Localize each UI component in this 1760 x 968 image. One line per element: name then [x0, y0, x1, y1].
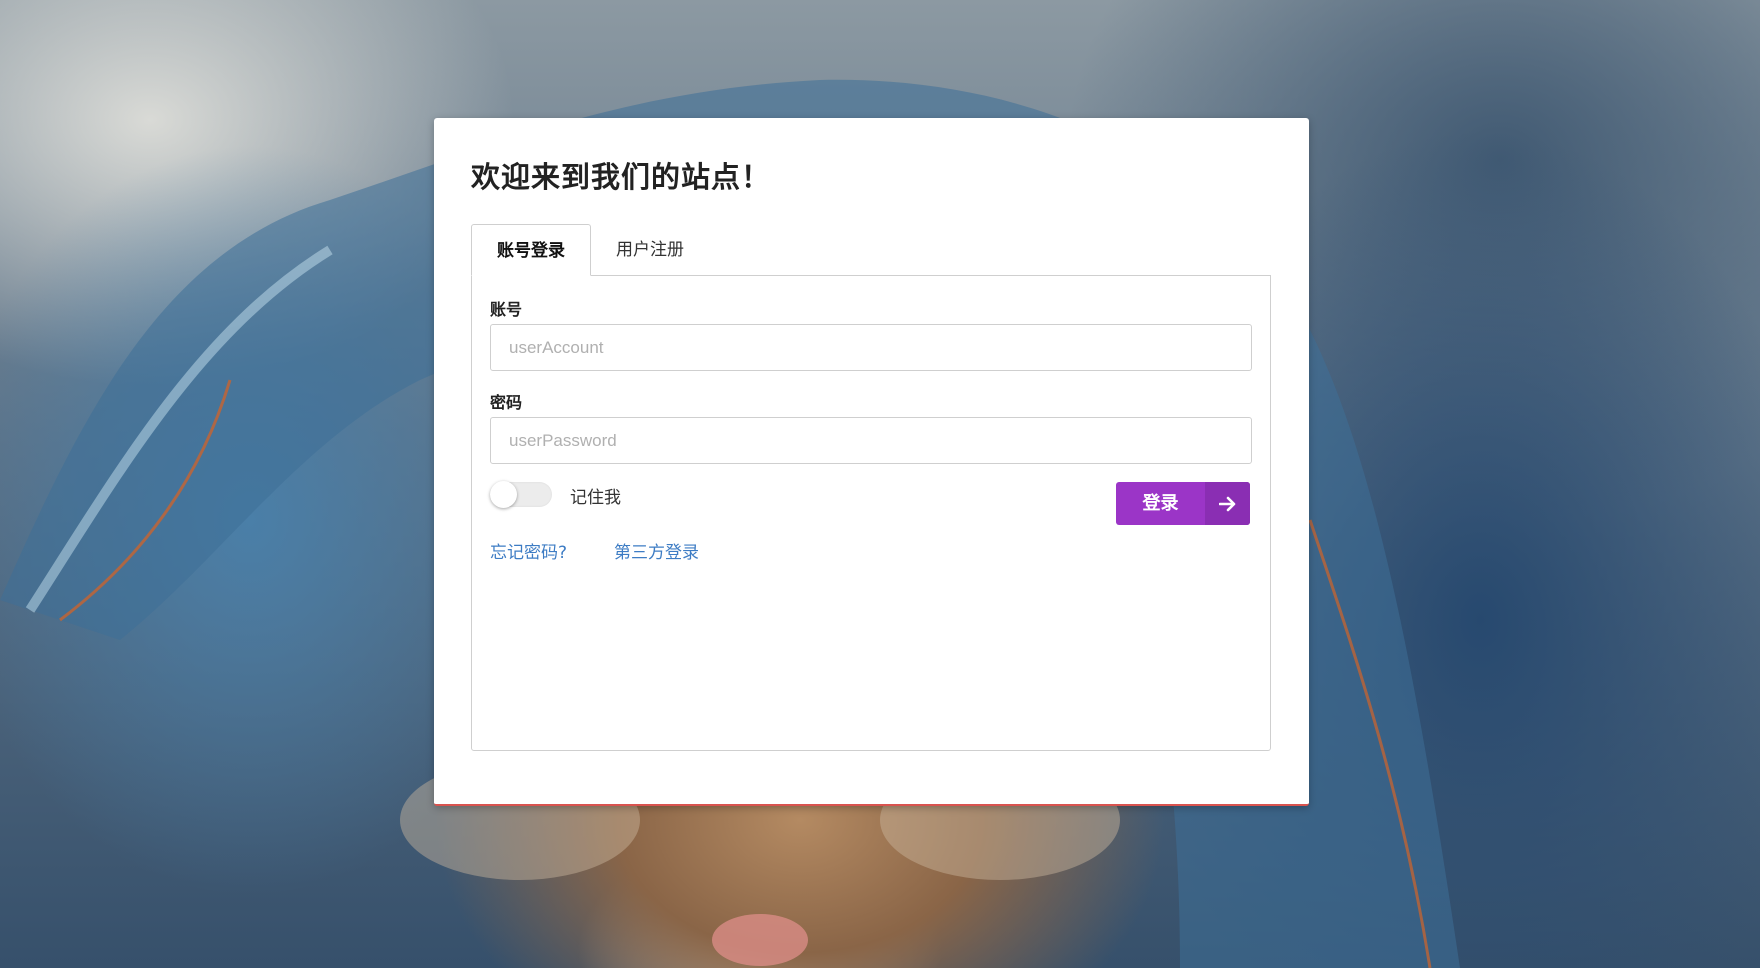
account-label: 账号: [490, 300, 523, 319]
tab-user-register[interactable]: 用户注册: [591, 224, 709, 276]
remember-me-toggle[interactable]: [490, 481, 552, 508]
remember-me-label: 记住我: [570, 488, 621, 508]
password-input[interactable]: [490, 417, 1252, 464]
tab-bar: 账号登录 用户注册: [471, 224, 709, 276]
welcome-title: 欢迎来到我们的站点！: [471, 160, 772, 194]
forgot-password-link[interactable]: 忘记密码?: [490, 538, 567, 563]
password-label: 密码: [490, 393, 523, 412]
login-card: 欢迎来到我们的站点！ 账号登录 用户注册 账号 密码 记住我 登录 忘记密码? …: [434, 118, 1309, 806]
login-button-label: 登录: [1142, 493, 1179, 514]
toggle-knob: [490, 481, 517, 508]
third-party-login-link[interactable]: 第三方登录: [614, 538, 699, 563]
login-button[interactable]: 登录: [1116, 482, 1250, 525]
arrow-right-icon: [1205, 482, 1250, 525]
tab-account-login[interactable]: 账号登录: [471, 224, 591, 276]
account-input[interactable]: [490, 324, 1252, 371]
login-panel: 账号 密码 记住我 登录 忘记密码? 第三方登录: [471, 275, 1271, 751]
